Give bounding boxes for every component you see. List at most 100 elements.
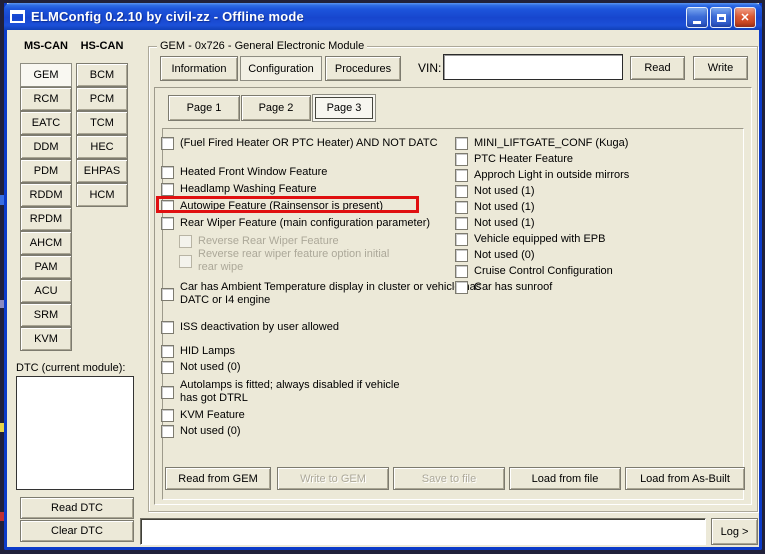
checkbox-row[interactable]: Not used (1) bbox=[455, 185, 734, 198]
tab-information[interactable]: Information bbox=[160, 56, 238, 81]
page-1-button[interactable]: Page 1 bbox=[168, 95, 240, 121]
maximize-icon bbox=[717, 14, 726, 22]
checkbox-row[interactable]: Not used (0) bbox=[161, 425, 470, 438]
checkbox[interactable] bbox=[161, 345, 174, 358]
checkbox-row[interactable]: Not used (0) bbox=[455, 249, 734, 262]
module-button-hec[interactable]: HEC bbox=[76, 135, 128, 159]
minimize-button[interactable] bbox=[686, 7, 708, 28]
checkbox-row[interactable]: Car has sunroof bbox=[455, 281, 734, 294]
clear-dtc-button[interactable]: Clear DTC bbox=[20, 520, 134, 542]
checkbox-row[interactable]: Reverse rear wiper feature option initia… bbox=[179, 248, 403, 274]
checkbox[interactable] bbox=[455, 233, 468, 246]
checkbox-label: Not used (1) bbox=[474, 217, 734, 230]
checkbox[interactable] bbox=[161, 166, 174, 179]
checkbox-label: Not used (1) bbox=[474, 185, 734, 198]
checkbox[interactable] bbox=[161, 183, 174, 196]
checkbox[interactable] bbox=[161, 409, 174, 422]
log-input[interactable] bbox=[140, 518, 706, 545]
hs-can-label: HS-CAN bbox=[76, 40, 128, 52]
read-button[interactable]: Read bbox=[630, 56, 685, 80]
module-button-rcm[interactable]: RCM bbox=[20, 87, 72, 111]
checkbox[interactable] bbox=[161, 217, 174, 230]
module-button-ddm[interactable]: DDM bbox=[20, 135, 72, 159]
checkbox-row[interactable]: Vehicle equipped with EPB bbox=[455, 233, 734, 246]
module-button-kvm[interactable]: KVM bbox=[20, 327, 72, 351]
checkbox[interactable] bbox=[455, 153, 468, 166]
vin-input[interactable] bbox=[443, 54, 623, 80]
module-button-ehpas[interactable]: EHPAS bbox=[76, 159, 128, 183]
module-button-gem[interactable]: GEM bbox=[20, 63, 72, 87]
checkbox-row[interactable]: HID Lamps bbox=[161, 345, 470, 358]
checkbox[interactable] bbox=[161, 425, 174, 438]
checkbox[interactable] bbox=[455, 217, 468, 230]
checkbox[interactable] bbox=[455, 265, 468, 278]
module-button-pdm[interactable]: PDM bbox=[20, 159, 72, 183]
checkbox-label: KVM Feature bbox=[180, 409, 470, 422]
checkbox-label: Not used (1) bbox=[474, 201, 734, 214]
checkbox-row[interactable]: PTC Heater Feature bbox=[455, 153, 734, 166]
checkbox[interactable] bbox=[455, 137, 468, 150]
module-button-bcm[interactable]: BCM bbox=[76, 63, 128, 87]
checkbox-row[interactable]: Cruise Control Configuration bbox=[455, 265, 734, 278]
maximize-button[interactable] bbox=[710, 7, 732, 28]
module-button-hcm[interactable]: HCM bbox=[76, 183, 128, 207]
load-from-file-button[interactable]: Load from file bbox=[509, 467, 621, 490]
module-button-rddm[interactable]: RDDM bbox=[20, 183, 72, 207]
checkbox-row[interactable]: (Fuel Fired Heater OR PTC Heater) AND NO… bbox=[161, 137, 470, 150]
checkbox[interactable] bbox=[455, 249, 468, 262]
module-groupbox-title: GEM - 0x726 - General Electronic Module bbox=[157, 40, 367, 52]
checkbox-label: Car has Ambient Temperature display in c… bbox=[180, 281, 482, 307]
checkbox-row[interactable]: Car has Ambient Temperature display in c… bbox=[161, 281, 482, 307]
checkbox[interactable] bbox=[161, 321, 174, 334]
log-button[interactable]: Log > bbox=[711, 518, 758, 545]
tab-configuration[interactable]: Configuration bbox=[240, 56, 322, 81]
checkbox-row[interactable]: ISS deactivation by user allowed bbox=[161, 321, 470, 334]
checkbox-row[interactable]: Heated Front Window Feature bbox=[161, 166, 470, 179]
checkbox-row[interactable]: MINI_LIFTGATE_CONF (Kuga) bbox=[455, 137, 734, 150]
checkbox-row[interactable]: Not used (0) bbox=[161, 361, 470, 374]
checkbox-row[interactable]: Not used (1) bbox=[455, 201, 734, 214]
checkbox bbox=[179, 235, 192, 248]
page-3-button[interactable]: Page 3 bbox=[312, 94, 376, 122]
checkbox[interactable] bbox=[455, 185, 468, 198]
checkbox-label: Vehicle equipped with EPB bbox=[474, 233, 734, 246]
desktop: { "window": { "title": "ELMConfig 0.2.10… bbox=[0, 0, 765, 554]
checkbox-row[interactable]: KVM Feature bbox=[161, 409, 470, 422]
checkbox-row[interactable]: Headlamp Washing Feature bbox=[161, 183, 470, 196]
checkbox-row[interactable]: Reverse Rear Wiper Feature bbox=[179, 235, 488, 248]
close-icon: ✕ bbox=[740, 11, 749, 24]
module-button-ahcm[interactable]: AHCM bbox=[20, 231, 72, 255]
checkbox-label: Not used (0) bbox=[474, 249, 734, 262]
titlebar[interactable]: ELMConfig 0.2.10 by civil-zz - Offline m… bbox=[4, 3, 762, 30]
module-button-srm[interactable]: SRM bbox=[20, 303, 72, 327]
checkbox-row[interactable]: Not used (1) bbox=[455, 217, 734, 230]
module-button-eatc[interactable]: EATC bbox=[20, 111, 72, 135]
checkbox[interactable] bbox=[161, 137, 174, 150]
tab-procedures[interactable]: Procedures bbox=[325, 56, 401, 81]
module-button-rpdm[interactable]: RPDM bbox=[20, 207, 72, 231]
checkbox-row[interactable]: Rear Wiper Feature (main configuration p… bbox=[161, 217, 480, 230]
checkbox-row[interactable]: Autolamps is fitted; always disabled if … bbox=[161, 379, 418, 405]
checkbox[interactable] bbox=[161, 386, 174, 399]
load-from-as-built-button[interactable]: Load from As-Built bbox=[625, 467, 745, 490]
page-2-button[interactable]: Page 2 bbox=[241, 95, 311, 121]
checkbox[interactable] bbox=[161, 288, 174, 301]
checkbox-row[interactable]: Approch Light in outside mirrors bbox=[455, 169, 734, 182]
checkbox[interactable] bbox=[455, 169, 468, 182]
checkbox-label: Heated Front Window Feature bbox=[180, 166, 470, 179]
window-title: ELMConfig 0.2.10 by civil-zz - Offline m… bbox=[31, 9, 304, 24]
module-button-pcm[interactable]: PCM bbox=[76, 87, 128, 111]
write-button[interactable]: Write bbox=[693, 56, 748, 80]
checkbox[interactable] bbox=[455, 281, 468, 294]
checkbox[interactable] bbox=[161, 361, 174, 374]
module-button-pam[interactable]: PAM bbox=[20, 255, 72, 279]
module-button-tcm[interactable]: TCM bbox=[76, 111, 128, 135]
module-button-acu[interactable]: ACU bbox=[20, 279, 72, 303]
checkbox-label: Reverse rear wiper feature option initia… bbox=[198, 248, 403, 274]
checkbox[interactable] bbox=[455, 201, 468, 214]
close-button[interactable]: ✕ bbox=[734, 7, 756, 28]
dtc-listbox[interactable] bbox=[16, 376, 134, 490]
read-from-gem-button[interactable]: Read from GEM bbox=[165, 467, 271, 490]
checkbox-label: Rear Wiper Feature (main configuration p… bbox=[180, 217, 480, 230]
read-dtc-button[interactable]: Read DTC bbox=[20, 497, 134, 519]
